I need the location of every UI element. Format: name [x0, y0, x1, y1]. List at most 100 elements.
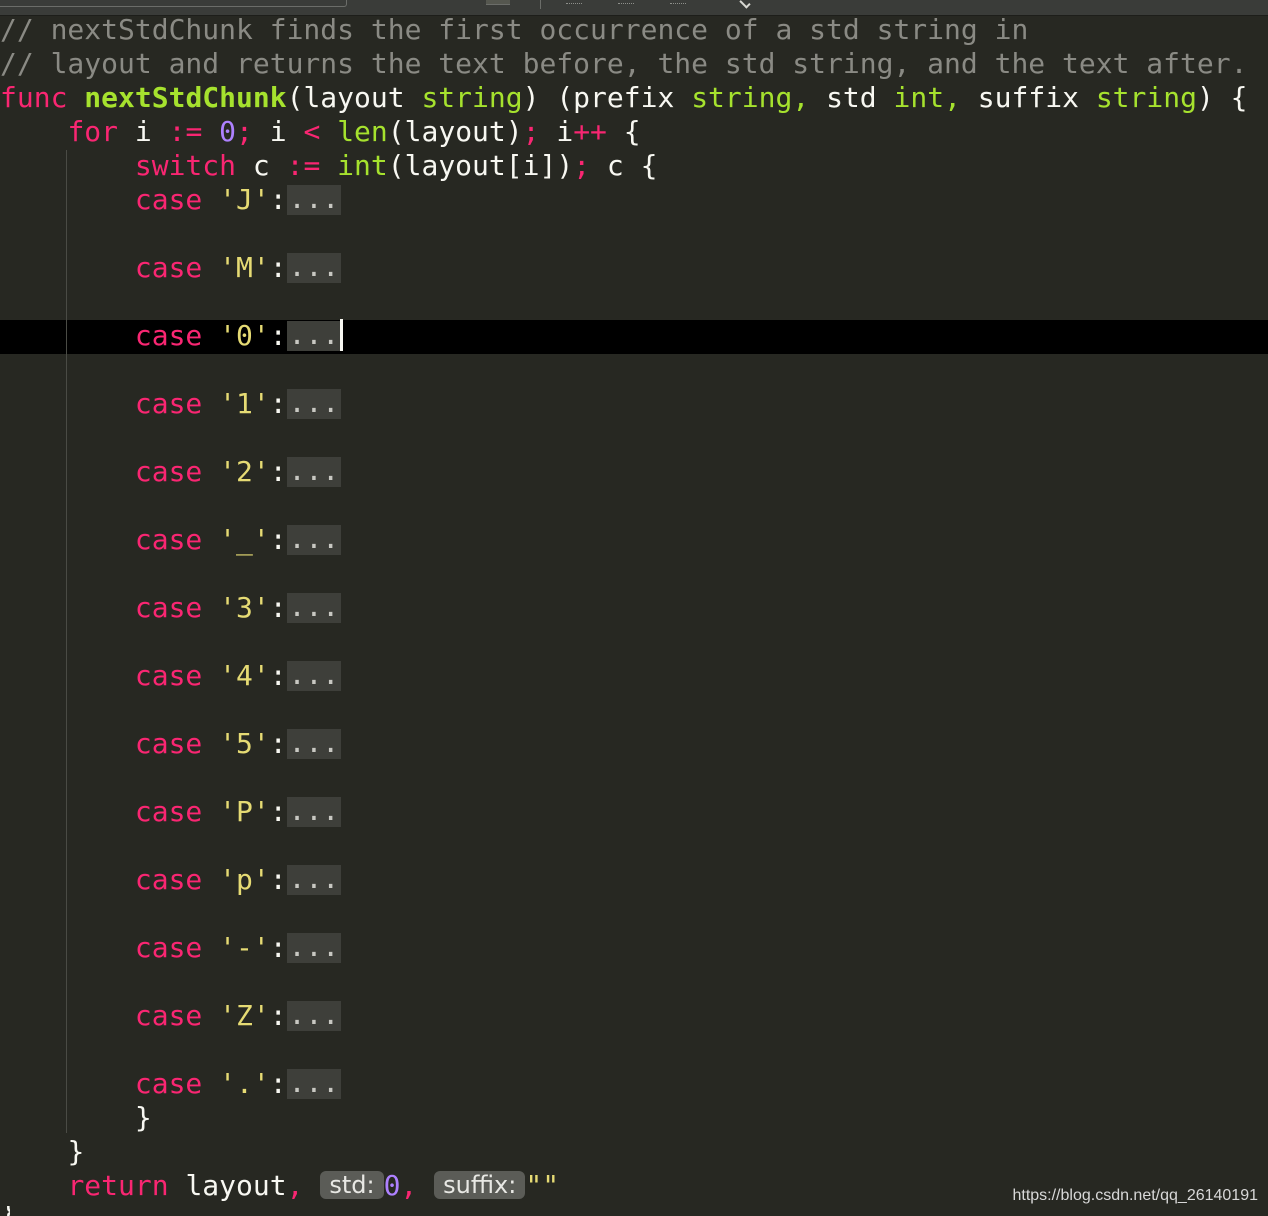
- toolbar-mark: [486, 0, 510, 5]
- punctuation: :: [269, 1067, 287, 1100]
- param: (layout: [286, 81, 422, 114]
- type: int: [893, 81, 945, 114]
- comment: // nextStdChunk finds the first occurren…: [0, 13, 1029, 46]
- keyword: case: [134, 319, 203, 352]
- char-literal: 'J': [219, 183, 270, 216]
- keyword: switch: [134, 149, 237, 182]
- code-line-switch: switch c := int(layout[i]); c {: [0, 149, 658, 183]
- operator: ++: [573, 115, 607, 148]
- identifier: c: [236, 149, 287, 182]
- char-literal: '5': [219, 727, 270, 760]
- code-line-case: case '1':...: [0, 387, 342, 421]
- folded-code-button[interactable]: ...: [286, 1001, 342, 1031]
- identifier: c {: [590, 149, 658, 182]
- folded-code-button[interactable]: ...: [286, 1069, 342, 1099]
- punctuation: :: [269, 183, 287, 216]
- folded-code-button[interactable]: ...: [286, 865, 342, 895]
- punctuation: :: [269, 863, 287, 896]
- builtin: int: [337, 149, 388, 182]
- keyword: return: [67, 1169, 169, 1202]
- punctuation: }: [67, 1135, 85, 1168]
- keyword: case: [134, 523, 203, 556]
- code-line-for-close: }: [0, 1135, 84, 1169]
- char-literal: '0': [219, 319, 270, 352]
- punctuation: :: [269, 727, 287, 760]
- char-literal: 'Z': [219, 999, 270, 1032]
- keyword: case: [134, 251, 203, 284]
- folded-code-button[interactable]: ...: [286, 185, 342, 215]
- tab-edge[interactable]: [0, 0, 347, 7]
- code-line-case: case 'M':...: [0, 251, 342, 285]
- folded-code-button[interactable]: ...: [286, 321, 342, 351]
- folded-code-button[interactable]: ...: [286, 729, 342, 759]
- char-literal: '2': [219, 455, 270, 488]
- toolbar-dots: [566, 0, 582, 4]
- chevron-down-icon[interactable]: [739, 0, 751, 9]
- parameter-hint-std: std:: [320, 1171, 384, 1199]
- identifier: layout: [168, 1169, 287, 1202]
- char-literal: '_': [219, 523, 270, 556]
- operator: ;: [522, 115, 540, 148]
- param: std: [826, 81, 894, 114]
- folded-code-button[interactable]: ...: [286, 525, 342, 555]
- char-literal: 'p': [219, 863, 270, 896]
- punctuation: ,: [286, 1169, 304, 1202]
- punctuation: ,: [792, 81, 810, 114]
- code-line-switch-close: }: [0, 1101, 152, 1135]
- folded-code-button[interactable]: ...: [286, 253, 342, 283]
- keyword: case: [134, 387, 203, 420]
- code-line-comment-2: // layout and returns the text before, t…: [0, 47, 1247, 81]
- keyword: func: [0, 81, 68, 114]
- code-line-case-current: case '0':...: [0, 319, 344, 353]
- watermark: https://blog.csdn.net/qq_26140191: [1012, 1187, 1258, 1204]
- code-line-case: case 'J':...: [0, 183, 342, 217]
- operator: :=: [168, 115, 203, 148]
- keyword: case: [134, 659, 203, 692]
- folded-code-button[interactable]: ...: [286, 457, 342, 487]
- keyword: case: [134, 183, 203, 216]
- function-name: nextStdChunk: [84, 81, 287, 114]
- code-line-case: case 'Z':...: [0, 999, 342, 1033]
- code-line-case: case '_':...: [0, 523, 342, 557]
- folded-code-button[interactable]: ...: [286, 593, 342, 623]
- punctuation: {: [606, 115, 641, 148]
- func-close-brace: }: [0, 1206, 10, 1216]
- code-line-case: case '4':...: [0, 659, 342, 693]
- keyword: case: [134, 795, 203, 828]
- number: 0: [383, 1169, 401, 1202]
- code-line-case: case 'p':...: [0, 863, 342, 897]
- folded-code-button[interactable]: ...: [286, 797, 342, 827]
- code-line-case: case '5':...: [0, 727, 342, 761]
- identifier: i: [252, 115, 304, 148]
- identifier: i: [539, 115, 574, 148]
- args: (layout): [387, 115, 523, 148]
- keyword: case: [134, 863, 203, 896]
- type: string: [1095, 81, 1197, 114]
- folded-code-button[interactable]: ...: [286, 661, 342, 691]
- char-literal: '3': [219, 591, 270, 624]
- punctuation: ,: [944, 81, 961, 114]
- code-line-comment-1: // nextStdChunk finds the first occurren…: [0, 13, 1028, 47]
- code-line-case: case '.':...: [0, 1067, 342, 1101]
- text-cursor: [340, 319, 344, 351]
- code-line-case: case '-':...: [0, 931, 342, 965]
- number: 0: [219, 115, 237, 148]
- folded-code-button[interactable]: ...: [286, 389, 342, 419]
- punctuation: :: [269, 931, 287, 964]
- keyword: case: [134, 931, 203, 964]
- char-literal: '-': [219, 931, 270, 964]
- punctuation: ,: [400, 1169, 418, 1202]
- keyword: case: [134, 591, 203, 624]
- punctuation: :: [269, 455, 287, 488]
- code-line-case: case 'P':...: [0, 795, 342, 829]
- operator: :=: [286, 149, 321, 182]
- operator: ;: [573, 149, 591, 182]
- comment: // layout and returns the text before, t…: [0, 47, 1248, 80]
- string-literal: "": [525, 1169, 560, 1202]
- param: suffix: [977, 81, 1096, 114]
- toolbar-dots: [618, 0, 634, 4]
- folded-code-button[interactable]: ...: [286, 933, 342, 963]
- operator: <: [303, 115, 321, 148]
- code-line-for: for i := 0; i < len(layout); i++ {: [0, 115, 641, 149]
- punctuation: :: [269, 999, 287, 1032]
